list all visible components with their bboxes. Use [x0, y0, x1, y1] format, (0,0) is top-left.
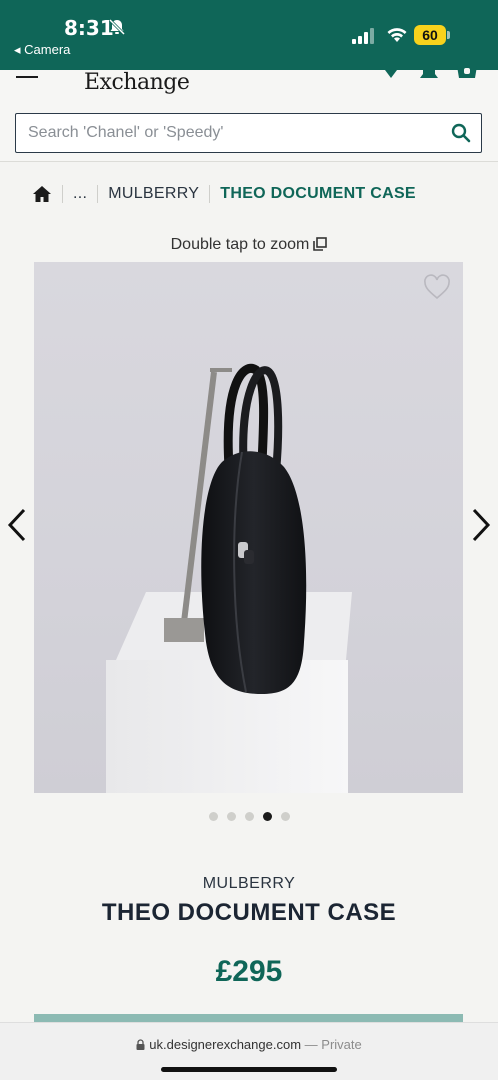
carousel-dot[interactable]: [244, 812, 254, 821]
breadcrumb-current: THEO DOCUMENT CASE: [220, 185, 416, 202]
search-input[interactable]: Search 'Chanel' or 'Speedy': [15, 113, 482, 153]
zoom-hint: Double tap to zoom: [0, 236, 498, 254]
carousel-dot[interactable]: [226, 812, 236, 821]
breadcrumb: ... MULBERRY THEO DOCUMENT CASE: [32, 182, 416, 206]
carousel-dot[interactable]: [208, 812, 218, 821]
next-image-arrow-icon[interactable]: [470, 508, 492, 542]
product-image[interactable]: [34, 262, 463, 793]
cellular-signal-icon: [352, 28, 374, 44]
page-url[interactable]: uk.designerexchange.com: [149, 1037, 301, 1052]
home-icon[interactable]: [32, 185, 52, 203]
clock: 8:31: [64, 16, 114, 40]
status-bar: 8:31 ◂ Camera 60: [0, 0, 498, 70]
product-price: £295: [215, 955, 283, 988]
carousel-dot[interactable]: [280, 812, 290, 821]
back-to-camera-link[interactable]: ◂ Camera: [14, 42, 70, 58]
bag-photo: [106, 364, 352, 793]
add-to-bag-button[interactable]: [34, 1014, 463, 1022]
wifi-icon: [387, 28, 407, 42]
private-label: — Private: [304, 1037, 362, 1052]
home-indicator[interactable]: [161, 1067, 337, 1072]
zoom-hint-text: Double tap to zoom: [170, 236, 310, 253]
favorite-heart-icon[interactable]: [423, 274, 451, 300]
notifications-bell-icon[interactable]: [416, 66, 442, 84]
breadcrumb-brand[interactable]: MULBERRY: [108, 185, 199, 203]
bell-muted-icon: [108, 18, 126, 36]
search-icon[interactable]: [451, 123, 471, 143]
product-brand[interactable]: MULBERRY: [0, 875, 498, 893]
battery-level: 60: [414, 25, 446, 45]
carousel-dot[interactable]: [262, 812, 272, 821]
site-logo[interactable]: Exchange: [84, 70, 190, 95]
copy-icon: [313, 237, 328, 251]
lock-icon: [136, 1039, 145, 1050]
search-placeholder: Search 'Chanel' or 'Speedy': [28, 124, 224, 141]
hamburger-menu-icon[interactable]: [16, 70, 40, 80]
product-title: THEO DOCUMENT CASE: [101, 899, 397, 926]
site-header: Exchange Search 'Chanel' or 'Speedy': [0, 66, 498, 162]
carousel-dots: [0, 812, 498, 821]
battery-indicator: 60: [414, 25, 450, 45]
browser-address-bar[interactable]: uk.designerexchange.com — Private: [0, 1022, 498, 1080]
previous-image-arrow-icon[interactable]: [6, 508, 28, 542]
shopping-bag-icon[interactable]: [454, 66, 480, 84]
wishlist-heart-icon[interactable]: [378, 66, 404, 84]
breadcrumb-ellipsis[interactable]: ...: [73, 185, 87, 203]
